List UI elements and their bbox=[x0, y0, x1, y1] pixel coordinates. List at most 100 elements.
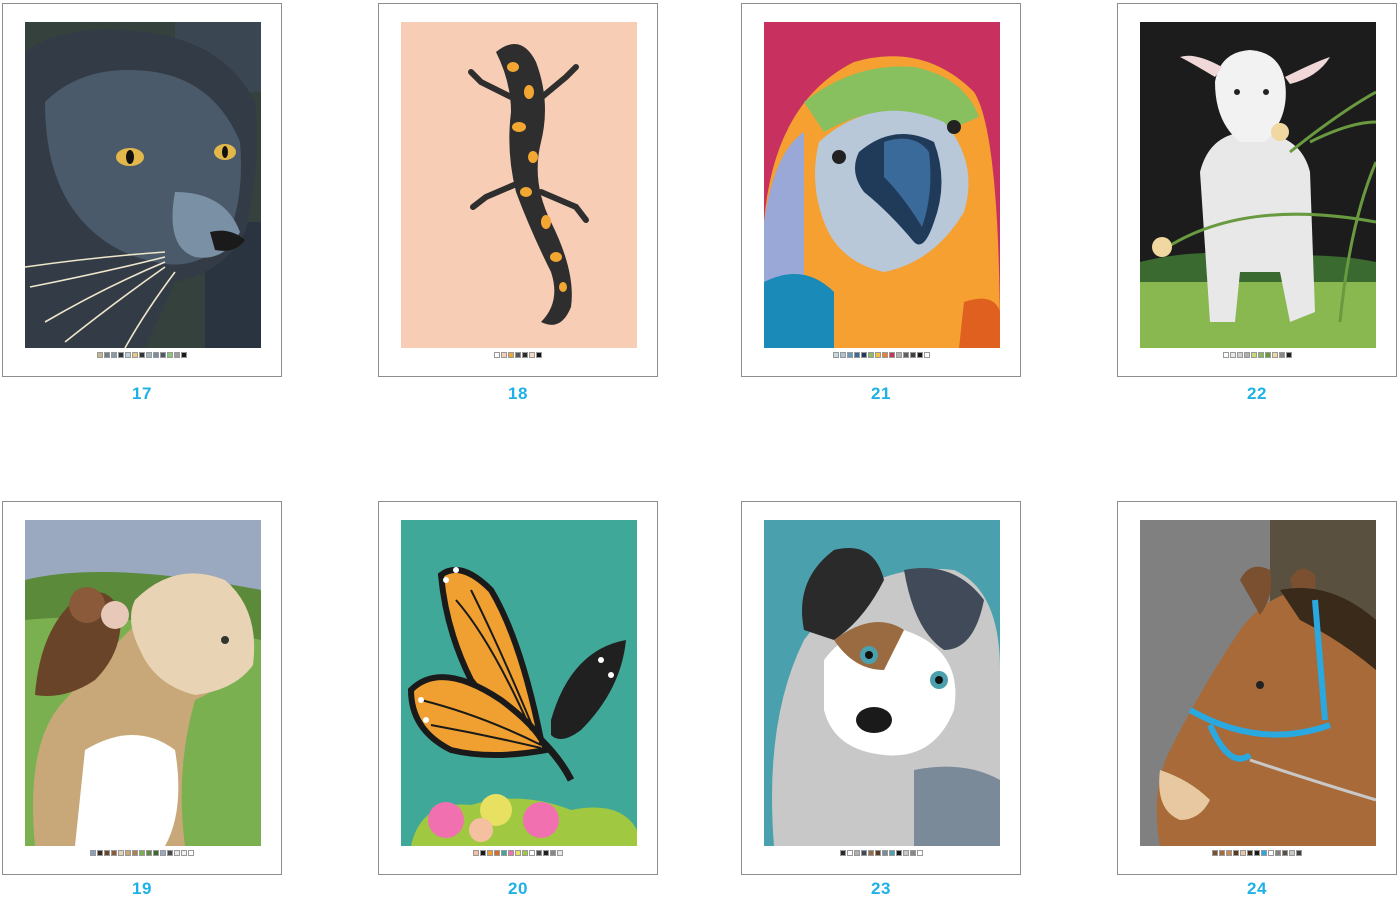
color-swatch bbox=[118, 850, 124, 856]
color-swatch bbox=[846, 352, 853, 358]
lamb-icon bbox=[1140, 22, 1376, 348]
color-swatch bbox=[874, 352, 881, 358]
color-swatch bbox=[909, 850, 916, 856]
page-card-18[interactable] bbox=[378, 3, 658, 377]
color-swatch bbox=[888, 850, 895, 856]
color-swatch bbox=[160, 352, 166, 358]
color-swatch bbox=[1247, 850, 1253, 856]
page-card-23[interactable] bbox=[741, 501, 1021, 875]
page-card-22[interactable] bbox=[1117, 3, 1397, 377]
color-swatch bbox=[881, 352, 888, 358]
color-swatch bbox=[515, 850, 521, 856]
color-swatch bbox=[867, 352, 874, 358]
color-swatch bbox=[125, 352, 131, 358]
color-swatch bbox=[860, 850, 867, 856]
color-swatch bbox=[167, 850, 173, 856]
page-card-21[interactable] bbox=[741, 3, 1021, 377]
color-key bbox=[742, 850, 1020, 857]
color-swatch bbox=[860, 352, 867, 358]
horse-illustration bbox=[1140, 520, 1376, 846]
color-swatch bbox=[125, 850, 131, 856]
page-number: 21 bbox=[871, 384, 891, 403]
color-swatch bbox=[508, 850, 514, 856]
color-swatch bbox=[1250, 352, 1257, 358]
page-number: 20 bbox=[508, 879, 528, 898]
color-swatch bbox=[1243, 352, 1250, 358]
color-swatch bbox=[1264, 352, 1271, 358]
color-swatch bbox=[153, 352, 159, 358]
color-swatch bbox=[181, 352, 187, 358]
color-swatch bbox=[1229, 352, 1236, 358]
color-swatch bbox=[174, 352, 180, 358]
page-card-17[interactable] bbox=[2, 3, 282, 377]
color-swatch bbox=[494, 352, 500, 358]
color-swatch bbox=[853, 352, 860, 358]
page-number: 17 bbox=[132, 384, 152, 403]
page-card-20[interactable] bbox=[378, 501, 658, 875]
color-swatch bbox=[473, 850, 479, 856]
color-swatch bbox=[494, 850, 500, 856]
panther-illustration bbox=[25, 22, 261, 348]
color-swatch bbox=[1219, 850, 1225, 856]
page-card-19[interactable] bbox=[2, 501, 282, 875]
color-swatch bbox=[1236, 352, 1243, 358]
color-swatch bbox=[160, 850, 166, 856]
color-swatch bbox=[543, 850, 549, 856]
color-swatch bbox=[501, 352, 507, 358]
page-number: 22 bbox=[1247, 384, 1267, 403]
color-swatch bbox=[916, 352, 923, 358]
color-swatch bbox=[1222, 352, 1229, 358]
color-swatch bbox=[536, 352, 542, 358]
puppy-illustration bbox=[764, 520, 1000, 846]
color-swatch bbox=[1240, 850, 1246, 856]
color-swatch bbox=[118, 352, 124, 358]
color-swatch bbox=[139, 352, 145, 358]
color-key bbox=[3, 352, 281, 359]
salamander-illustration bbox=[401, 22, 637, 348]
horse-icon bbox=[1140, 520, 1376, 846]
color-swatch bbox=[111, 850, 117, 856]
color-swatch bbox=[1282, 850, 1288, 856]
color-swatch bbox=[501, 850, 507, 856]
color-swatch bbox=[487, 850, 493, 856]
color-swatch bbox=[111, 352, 117, 358]
color-swatch bbox=[132, 352, 138, 358]
color-swatch bbox=[508, 352, 514, 358]
color-key bbox=[379, 850, 657, 857]
color-swatch bbox=[1268, 850, 1274, 856]
color-swatch bbox=[881, 850, 888, 856]
color-swatch bbox=[146, 850, 152, 856]
puppy-icon bbox=[764, 520, 1000, 846]
color-swatch bbox=[536, 850, 542, 856]
salamander-icon bbox=[401, 22, 637, 348]
lion-cub-monkey-icon bbox=[25, 520, 261, 846]
color-swatch bbox=[1285, 352, 1292, 358]
color-swatch bbox=[529, 850, 535, 856]
page-number: 24 bbox=[1247, 879, 1267, 898]
lion-cub-monkey-illustration bbox=[25, 520, 261, 846]
color-swatch bbox=[1233, 850, 1239, 856]
color-swatch bbox=[139, 850, 145, 856]
color-swatch bbox=[90, 850, 96, 856]
color-swatch bbox=[480, 850, 486, 856]
color-swatch bbox=[1275, 850, 1281, 856]
color-swatch bbox=[846, 850, 853, 856]
color-swatch bbox=[1226, 850, 1232, 856]
color-swatch bbox=[1261, 850, 1267, 856]
color-key bbox=[742, 352, 1020, 359]
lamb-illustration bbox=[1140, 22, 1376, 348]
color-key bbox=[1118, 850, 1396, 857]
page-card-24[interactable] bbox=[1117, 501, 1397, 875]
parrot-illustration bbox=[764, 22, 1000, 348]
color-swatch bbox=[153, 850, 159, 856]
color-swatch bbox=[1212, 850, 1218, 856]
color-swatch bbox=[895, 352, 902, 358]
color-swatch bbox=[1296, 850, 1302, 856]
color-swatch bbox=[895, 850, 902, 856]
color-swatch bbox=[839, 850, 846, 856]
color-swatch bbox=[104, 352, 110, 358]
color-swatch bbox=[167, 352, 173, 358]
color-swatch bbox=[104, 850, 110, 856]
butterfly-icon bbox=[401, 520, 637, 846]
color-swatch bbox=[188, 850, 194, 856]
